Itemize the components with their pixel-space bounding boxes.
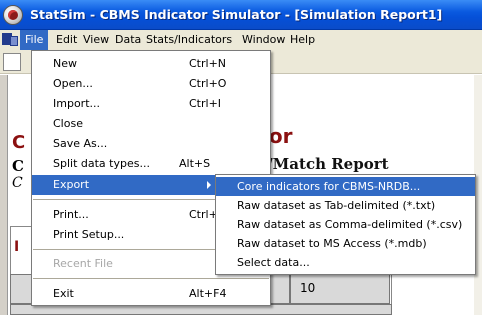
menu-item-label: Close xyxy=(53,117,83,130)
submenu-item-tab-delimited[interactable]: Raw dataset as Tab-delimited (*.txt) xyxy=(216,196,475,215)
report-subtitle-fragment-left: C xyxy=(12,157,24,175)
submenu-item-comma-delimited[interactable]: Raw dataset as Comma-delimited (*.csv) xyxy=(216,215,475,234)
menu-item-label: Split data types... xyxy=(53,157,150,170)
menu-item-label: Exit xyxy=(53,287,74,300)
document-window-icon[interactable] xyxy=(2,33,18,47)
export-submenu: Core indicators for CBMS-NRDB... Raw dat… xyxy=(215,174,476,275)
submenu-arrow-icon xyxy=(207,181,211,189)
menu-item-import[interactable]: Import... Ctrl+I xyxy=(32,94,270,114)
menu-item-shortcut: Ctrl+N xyxy=(189,57,227,70)
menu-window[interactable]: Window xyxy=(237,30,290,50)
menu-item-label: Open... xyxy=(53,77,93,90)
document-left-margin xyxy=(0,75,8,315)
menu-item-label: Export xyxy=(53,178,90,191)
menu-item-label: Print Setup... xyxy=(53,228,125,241)
submenu-item-label: Raw dataset as Comma-delimited (*.csv) xyxy=(237,218,463,231)
menu-item-open[interactable]: Open... Ctrl+O xyxy=(32,74,270,94)
menu-bar: File Edit View Data Stats/Indicators Win… xyxy=(0,30,482,50)
menu-item-label: Import... xyxy=(53,97,100,110)
menu-view[interactable]: View xyxy=(78,30,114,50)
menu-item-exit[interactable]: Exit Alt+F4 xyxy=(32,284,270,304)
menu-item-label: Save As... xyxy=(53,137,108,150)
menu-item-close[interactable]: Close xyxy=(32,114,270,134)
table-cell-value: 10 xyxy=(300,281,316,295)
submenu-item-label: Select data... xyxy=(237,256,310,269)
report-caption-fragment-left: C xyxy=(12,175,23,191)
submenu-item-label: Core indicators for CBMS-NRDB... xyxy=(237,180,421,193)
menu-item-save-as[interactable]: Save As... xyxy=(32,134,270,154)
app-logo-icon[interactable] xyxy=(3,5,23,25)
menu-item-split-data-types[interactable]: Split data types... Alt+S xyxy=(32,154,270,174)
submenu-item-label: Raw dataset to MS Access (*.mdb) xyxy=(237,237,427,250)
report-title-fragment-left: C xyxy=(12,132,26,153)
menu-file[interactable]: File xyxy=(20,30,49,50)
menu-item-new[interactable]: New Ctrl+N xyxy=(32,54,270,74)
menu-item-label: New xyxy=(53,57,77,70)
menu-item-shortcut: Ctrl+O xyxy=(189,77,227,90)
new-document-button[interactable] xyxy=(3,53,21,71)
menu-item-label: Recent File xyxy=(53,257,113,270)
menu-help[interactable]: Help xyxy=(285,30,320,50)
menu-item-shortcut: Alt+S xyxy=(179,157,211,170)
window-title: StatSim - CBMS Indicator Simulator - [Si… xyxy=(30,7,443,22)
menu-item-shortcut: Ctrl+I xyxy=(189,97,222,110)
submenu-item-select-data[interactable]: Select data... xyxy=(216,253,475,272)
table-label-fragment: I xyxy=(14,239,20,255)
title-bar: StatSim - CBMS Indicator Simulator - [Si… xyxy=(0,0,482,30)
submenu-item-label: Raw dataset as Tab-delimited (*.txt) xyxy=(237,199,436,212)
menu-stats-indicators[interactable]: Stats/Indicators xyxy=(141,30,237,50)
submenu-item-core-indicators[interactable]: Core indicators for CBMS-NRDB... xyxy=(216,177,475,196)
submenu-item-ms-access[interactable]: Raw dataset to MS Access (*.mdb) xyxy=(216,234,475,253)
menu-item-shortcut: Alt+F4 xyxy=(189,287,227,300)
menu-separator xyxy=(33,278,269,279)
menu-item-label: Print... xyxy=(53,208,89,221)
